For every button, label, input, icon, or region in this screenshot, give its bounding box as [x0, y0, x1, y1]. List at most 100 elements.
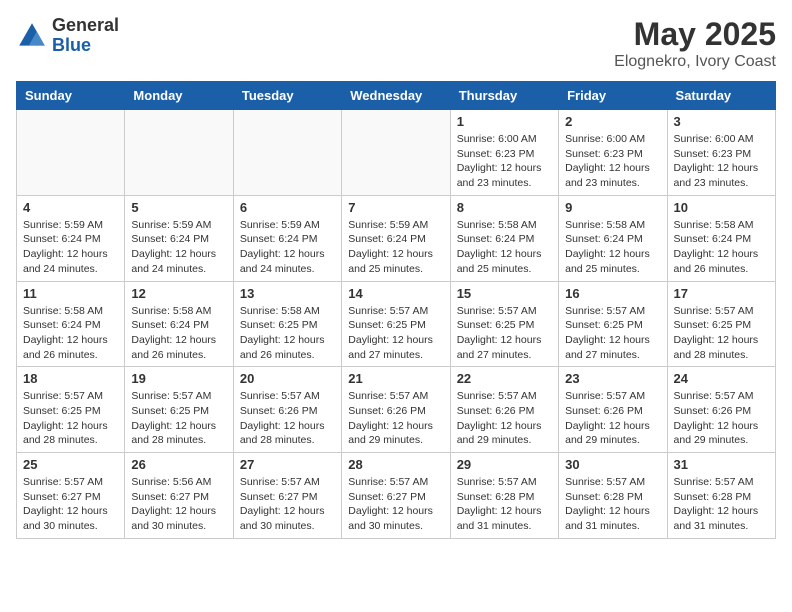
day-number: 28 — [348, 457, 443, 472]
calendar-cell: 31Sunrise: 5:57 AM Sunset: 6:28 PM Dayli… — [667, 453, 775, 539]
calendar-cell: 29 Sunrise: 5:57 AM Sunset: 6:28 PM Dayli… — [450, 453, 558, 539]
day-info: Sunrise: 5:58 AM Sunset: 6:25 PM Dayligh… — [240, 304, 335, 363]
day-number: 27 — [240, 457, 335, 472]
calendar-cell: 18 Sunrise: 5:57 AM Sunset: 6:25 PM Dayli… — [17, 367, 125, 453]
day-info: Sunrise: 5:57 AM Sunset: 6:26 PM Dayligh… — [565, 389, 660, 448]
weekday-header-saturday: Saturday — [667, 82, 775, 110]
calendar-cell — [17, 110, 125, 196]
day-number: 11 — [23, 286, 118, 301]
day-info: Sunrise: 5:57 AM Sunset: 6:25 PM Dayligh… — [348, 304, 443, 363]
day-info: Sunrise: 5:59 AM Sunset: 6:24 PM Dayligh… — [348, 218, 443, 277]
page-header: General Blue May 2025 Elognekro, Ivory C… — [16, 16, 776, 71]
day-info: Sunrise: 5:57 AM Sunset: 6:25 PM Dayligh… — [457, 304, 552, 363]
calendar-cell: 3Sunrise: 6:00 AM Sunset: 6:23 PM Daylig… — [667, 110, 775, 196]
day-info: Sunrise: 5:57 AM Sunset: 6:26 PM Dayligh… — [240, 389, 335, 448]
day-number: 20 — [240, 371, 335, 386]
day-number: 7 — [348, 200, 443, 215]
day-info: Sunrise: 5:57 AM Sunset: 6:27 PM Dayligh… — [23, 475, 118, 534]
calendar-cell: 26 Sunrise: 5:56 AM Sunset: 6:27 PM Dayli… — [125, 453, 233, 539]
calendar-cell: 19 Sunrise: 5:57 AM Sunset: 6:25 PM Dayli… — [125, 367, 233, 453]
calendar-cell: 2 Sunrise: 6:00 AM Sunset: 6:23 PM Daylig… — [559, 110, 667, 196]
day-number: 5 — [131, 200, 226, 215]
logo-icon — [16, 20, 48, 52]
day-number: 12 — [131, 286, 226, 301]
day-info: Sunrise: 5:57 AM Sunset: 6:26 PM Dayligh… — [348, 389, 443, 448]
logo-blue-text: Blue — [52, 36, 119, 56]
day-info: Sunrise: 6:00 AM Sunset: 6:23 PM Dayligh… — [565, 132, 660, 191]
calendar-week-row: 18 Sunrise: 5:57 AM Sunset: 6:25 PM Dayli… — [17, 367, 776, 453]
calendar-cell: 24Sunrise: 5:57 AM Sunset: 6:26 PM Dayli… — [667, 367, 775, 453]
day-info: Sunrise: 5:56 AM Sunset: 6:27 PM Dayligh… — [131, 475, 226, 534]
calendar-week-row: 1 Sunrise: 6:00 AM Sunset: 6:23 PM Daylig… — [17, 110, 776, 196]
day-info: Sunrise: 5:58 AM Sunset: 6:24 PM Dayligh… — [131, 304, 226, 363]
day-number: 16 — [565, 286, 660, 301]
day-info: Sunrise: 5:57 AM Sunset: 6:25 PM Dayligh… — [565, 304, 660, 363]
day-info: Sunrise: 5:58 AM Sunset: 6:24 PM Dayligh… — [23, 304, 118, 363]
calendar-cell: 10 Sunrise: 5:58 AM Sunset: 6:24 PM Dayli… — [667, 195, 775, 281]
day-number: 24 — [674, 371, 769, 386]
calendar-cell: 21Sunrise: 5:57 AM Sunset: 6:26 PM Dayli… — [342, 367, 450, 453]
calendar-cell: 22 Sunrise: 5:57 AM Sunset: 6:26 PM Dayli… — [450, 367, 558, 453]
calendar-week-row: 11 Sunrise: 5:58 AM Sunset: 6:24 PM Dayli… — [17, 281, 776, 367]
logo: General Blue — [16, 16, 119, 56]
day-info: Sunrise: 5:58 AM Sunset: 6:24 PM Dayligh… — [674, 218, 769, 277]
day-number: 30 — [565, 457, 660, 472]
calendar-cell: 28 Sunrise: 5:57 AM Sunset: 6:27 PM Dayli… — [342, 453, 450, 539]
day-number: 26 — [131, 457, 226, 472]
day-number: 19 — [131, 371, 226, 386]
day-number: 15 — [457, 286, 552, 301]
day-number: 8 — [457, 200, 552, 215]
calendar-cell: 15 Sunrise: 5:57 AM Sunset: 6:25 PM Dayli… — [450, 281, 558, 367]
month-title: May 2025 — [614, 16, 776, 53]
weekday-header-row: SundayMondayTuesdayWednesdayThursdayFrid… — [17, 82, 776, 110]
day-info: Sunrise: 5:57 AM Sunset: 6:25 PM Dayligh… — [674, 304, 769, 363]
day-number: 4 — [23, 200, 118, 215]
day-number: 2 — [565, 114, 660, 129]
calendar-cell: 14 Sunrise: 5:57 AM Sunset: 6:25 PM Dayli… — [342, 281, 450, 367]
day-number: 18 — [23, 371, 118, 386]
day-number: 29 — [457, 457, 552, 472]
weekday-header-monday: Monday — [125, 82, 233, 110]
day-number: 1 — [457, 114, 552, 129]
day-number: 10 — [674, 200, 769, 215]
calendar-cell: 13 Sunrise: 5:58 AM Sunset: 6:25 PM Dayli… — [233, 281, 341, 367]
logo-text: General Blue — [52, 16, 119, 56]
calendar-cell: 30 Sunrise: 5:57 AM Sunset: 6:28 PM Dayli… — [559, 453, 667, 539]
calendar-cell: 11 Sunrise: 5:58 AM Sunset: 6:24 PM Dayli… — [17, 281, 125, 367]
day-info: Sunrise: 5:57 AM Sunset: 6:28 PM Dayligh… — [565, 475, 660, 534]
day-info: Sunrise: 5:58 AM Sunset: 6:24 PM Dayligh… — [457, 218, 552, 277]
weekday-header-thursday: Thursday — [450, 82, 558, 110]
day-info: Sunrise: 5:57 AM Sunset: 6:28 PM Dayligh… — [457, 475, 552, 534]
calendar-cell — [125, 110, 233, 196]
day-number: 14 — [348, 286, 443, 301]
calendar-cell: 8 Sunrise: 5:58 AM Sunset: 6:24 PM Daylig… — [450, 195, 558, 281]
calendar-cell: 6 Sunrise: 5:59 AM Sunset: 6:24 PM Daylig… — [233, 195, 341, 281]
day-number: 17 — [674, 286, 769, 301]
day-number: 31 — [674, 457, 769, 472]
calendar-cell: 17 Sunrise: 5:57 AM Sunset: 6:25 PM Dayli… — [667, 281, 775, 367]
calendar-table: SundayMondayTuesdayWednesdayThursdayFrid… — [16, 81, 776, 539]
day-info: Sunrise: 6:00 AM Sunset: 6:23 PM Dayligh… — [457, 132, 552, 191]
weekday-header-tuesday: Tuesday — [233, 82, 341, 110]
calendar-cell: 7 Sunrise: 5:59 AM Sunset: 6:24 PM Daylig… — [342, 195, 450, 281]
day-info: Sunrise: 5:57 AM Sunset: 6:26 PM Dayligh… — [457, 389, 552, 448]
day-number: 22 — [457, 371, 552, 386]
day-info: Sunrise: 5:59 AM Sunset: 6:24 PM Dayligh… — [240, 218, 335, 277]
calendar-cell: 25 Sunrise: 5:57 AM Sunset: 6:27 PM Dayli… — [17, 453, 125, 539]
calendar-week-row: 25 Sunrise: 5:57 AM Sunset: 6:27 PM Dayli… — [17, 453, 776, 539]
calendar-cell: 27Sunrise: 5:57 AM Sunset: 6:27 PM Dayli… — [233, 453, 341, 539]
day-number: 3 — [674, 114, 769, 129]
logo-general-text: General — [52, 16, 119, 36]
day-info: Sunrise: 5:57 AM Sunset: 6:27 PM Dayligh… — [348, 475, 443, 534]
day-info: Sunrise: 5:59 AM Sunset: 6:24 PM Dayligh… — [131, 218, 226, 277]
calendar-cell — [342, 110, 450, 196]
calendar-cell: 12 Sunrise: 5:58 AM Sunset: 6:24 PM Dayli… — [125, 281, 233, 367]
calendar-cell: 1 Sunrise: 6:00 AM Sunset: 6:23 PM Daylig… — [450, 110, 558, 196]
day-number: 25 — [23, 457, 118, 472]
calendar-cell: 23Sunrise: 5:57 AM Sunset: 6:26 PM Dayli… — [559, 367, 667, 453]
day-number: 6 — [240, 200, 335, 215]
day-info: Sunrise: 5:57 AM Sunset: 6:25 PM Dayligh… — [23, 389, 118, 448]
day-number: 13 — [240, 286, 335, 301]
calendar-week-row: 4 Sunrise: 5:59 AM Sunset: 6:24 PM Daylig… — [17, 195, 776, 281]
day-info: Sunrise: 5:57 AM Sunset: 6:25 PM Dayligh… — [131, 389, 226, 448]
